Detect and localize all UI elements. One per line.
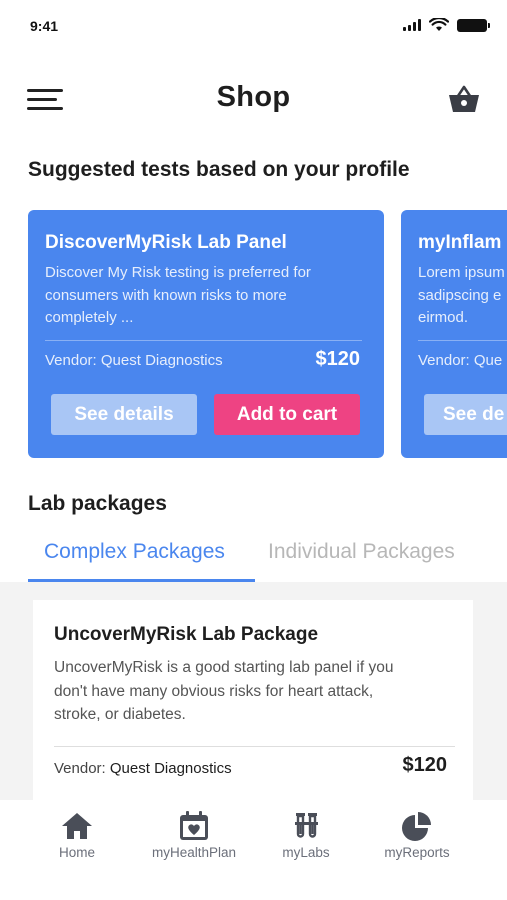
home-icon [62, 813, 92, 839]
status-bar: 9:41 [0, 0, 507, 50]
see-details-button[interactable]: See details [51, 394, 197, 435]
package-price: $120 [402, 754, 448, 776]
add-to-cart-button[interactable]: Add to cart [214, 394, 360, 435]
wifi-icon [429, 18, 449, 31]
status-icons [403, 18, 490, 32]
vendor-label: Vendor: [54, 760, 106, 777]
package-tabs: Complex Packages Individual Packages [0, 530, 507, 582]
card-price: $120 [315, 348, 361, 370]
pie-chart-icon [402, 812, 431, 841]
card-divider [418, 340, 507, 341]
package-list: UncoverMyRisk Lab Package UncoverMyRisk … [0, 582, 507, 802]
package-description: UncoverMyRisk is a good starting lab pan… [54, 659, 394, 723]
basket-icon[interactable] [447, 83, 481, 115]
tab-individual-packages[interactable]: Individual Packages [268, 540, 455, 564]
nav-label-mylabs: myLabs [282, 845, 330, 860]
card-title: myInflam [418, 232, 502, 253]
suggested-card[interactable]: DiscoverMyRisk Lab Panel Discover My Ris… [28, 210, 384, 458]
card-divider [45, 340, 362, 341]
nav-label-myreports: myReports [384, 845, 450, 860]
see-details-button[interactable]: See de [424, 394, 507, 435]
battery-icon [457, 18, 490, 32]
cellular-signal-icon [403, 19, 421, 31]
page-title: Shop [216, 81, 291, 113]
tab-complex-packages[interactable]: Complex Packages [44, 540, 225, 564]
nav-label-myhealthplan: myHealthPlan [151, 845, 237, 860]
card-vendor: Vendor: Quest Diagnostics [45, 352, 223, 369]
nav-item-myhealthplan[interactable]: myHealthPlan [139, 810, 249, 870]
package-vendor: Vendor: Quest Diagnostics [54, 760, 232, 777]
lab-packages-heading: Lab packages [28, 492, 167, 515]
card-description: Discover My Risk testing is preferred fo… [45, 264, 311, 326]
suggested-card[interactable]: myInflam Lorem ipsum sadipscing e eirmod… [401, 210, 507, 458]
package-divider [54, 746, 455, 747]
card-description: Lorem ipsum sadipscing e eirmod. [418, 264, 505, 326]
nav-item-myreports[interactable]: myReports [362, 810, 472, 870]
calendar-heart-icon [180, 811, 208, 840]
card-vendor: Vendor: Que [418, 352, 503, 369]
package-card[interactable]: UncoverMyRisk Lab Package UncoverMyRisk … [33, 600, 473, 802]
test-tubes-icon [295, 813, 318, 838]
suggested-heading: Suggested tests based on your profile [28, 158, 410, 181]
nav-item-mylabs[interactable]: myLabs [251, 810, 361, 870]
package-title: UncoverMyRisk Lab Package [54, 624, 319, 645]
suggested-carousel[interactable]: DiscoverMyRisk Lab Panel Discover My Ris… [28, 210, 507, 460]
bottom-nav: Home myHealthPlan myLabs myReports [0, 800, 507, 900]
nav-item-home[interactable]: Home [22, 810, 132, 870]
nav-label-home: Home [58, 845, 95, 860]
status-time: 9:41 [30, 18, 59, 34]
card-title: DiscoverMyRisk Lab Panel [45, 232, 287, 253]
app-header: Shop [0, 75, 507, 125]
vendor-name: Quest Diagnostics [109, 760, 232, 777]
